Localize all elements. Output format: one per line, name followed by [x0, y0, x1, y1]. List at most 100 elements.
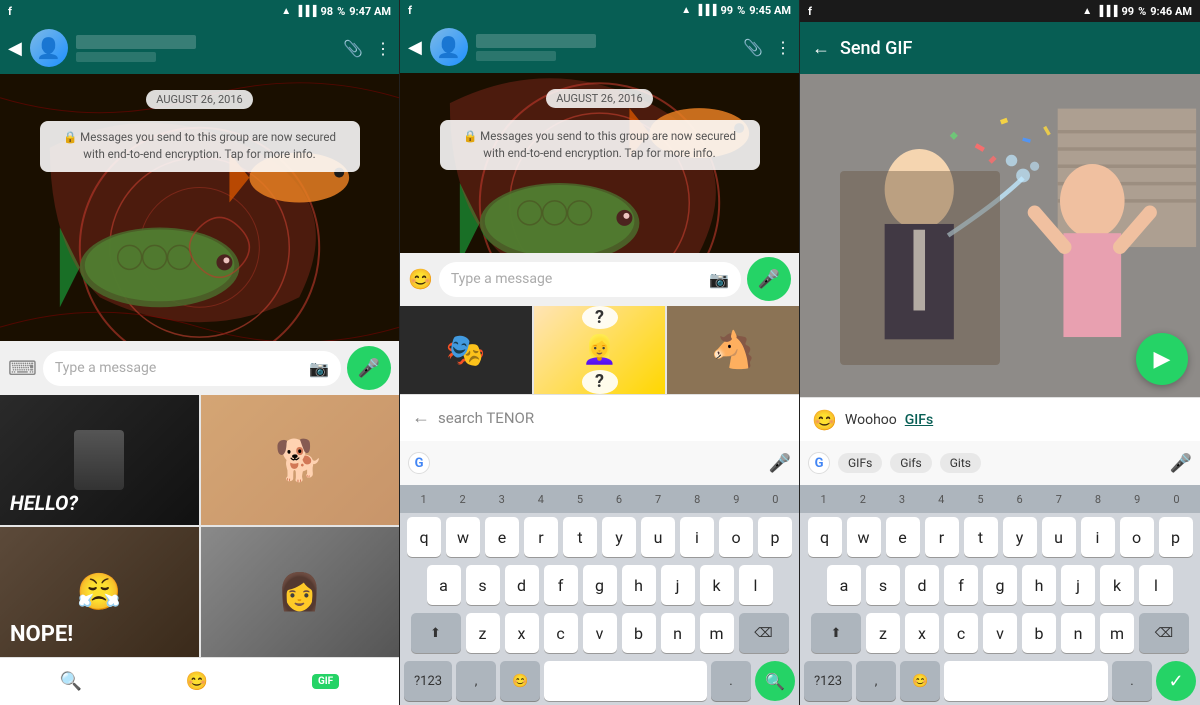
emoji-key-2[interactable]: 😊	[500, 661, 540, 701]
search-icon-1[interactable]: 🔍	[60, 671, 82, 692]
key-l-3[interactable]: l	[1139, 565, 1173, 605]
more-icon-1[interactable]: ⋮	[375, 39, 391, 58]
key-f-3[interactable]: f	[944, 565, 978, 605]
key-y-3[interactable]: y	[1003, 517, 1037, 557]
key-v-3[interactable]: v	[983, 613, 1017, 653]
key-s-2[interactable]: s	[466, 565, 500, 605]
mic-icon-keyboard-3[interactable]: 🎤	[1170, 453, 1192, 474]
key-f-2[interactable]: f	[544, 565, 578, 605]
key-z-2[interactable]: z	[466, 613, 500, 653]
key-b-2[interactable]: b	[622, 613, 656, 653]
attach-icon-1[interactable]: 📎	[343, 39, 363, 58]
key-x-2[interactable]: x	[505, 613, 539, 653]
key-h-2[interactable]: h	[622, 565, 656, 605]
key-y-2[interactable]: y	[602, 517, 636, 557]
back-button-1[interactable]: ◀	[8, 38, 22, 59]
gif-badge-1[interactable]: GIF	[312, 674, 339, 689]
spacebar-3[interactable]	[944, 661, 1108, 701]
shift-key-3[interactable]: ⬆	[811, 613, 861, 653]
key-e-3[interactable]: e	[886, 517, 920, 557]
key-k-3[interactable]: k	[1100, 565, 1134, 605]
123-key-3[interactable]: ?123	[804, 661, 852, 701]
key-q-3[interactable]: q	[808, 517, 842, 557]
key-g-3[interactable]: g	[983, 565, 1017, 605]
key-t-2[interactable]: t	[563, 517, 597, 557]
key-r-3[interactable]: r	[925, 517, 959, 557]
gif-item-hello[interactable]: HELLO?	[0, 395, 199, 525]
emoji-icon-bottom-1[interactable]: 😊	[186, 671, 208, 692]
delete-key-3[interactable]: ⌫	[1139, 613, 1189, 653]
key-u-2[interactable]: u	[641, 517, 675, 557]
suggestion-gits-3[interactable]: Gits	[940, 453, 981, 473]
key-c-3[interactable]: c	[944, 613, 978, 653]
comma-key-3[interactable]: ,	[856, 661, 896, 701]
attach-icon-2[interactable]: 📎	[743, 38, 763, 57]
key-v-2[interactable]: v	[583, 613, 617, 653]
gif-item-dog[interactable]: 🐕	[201, 395, 400, 525]
key-z-3[interactable]: z	[866, 613, 900, 653]
key-b-3[interactable]: b	[1022, 613, 1056, 653]
more-icon-2[interactable]: ⋮	[775, 38, 791, 57]
back-button-2[interactable]: ◀	[408, 37, 422, 58]
key-i-2[interactable]: i	[680, 517, 714, 557]
gif-strip-item-2[interactable]: ? 👱‍♀️ ?	[534, 306, 666, 394]
key-c-2[interactable]: c	[544, 613, 578, 653]
key-o-3[interactable]: o	[1120, 517, 1154, 557]
mic-button-2[interactable]: 🎤	[747, 257, 791, 301]
camera-icon-2[interactable]: 📷	[709, 270, 729, 289]
send-gif-back-button[interactable]: ←	[812, 38, 830, 59]
period-key-3[interactable]: .	[1112, 661, 1152, 701]
key-p-2[interactable]: p	[758, 517, 792, 557]
key-m-3[interactable]: m	[1100, 613, 1134, 653]
key-h-3[interactable]: h	[1022, 565, 1056, 605]
gifs-link[interactable]: GIFs	[905, 412, 933, 428]
delete-key-2[interactable]: ⌫	[739, 613, 789, 653]
search-back-icon[interactable]: ←	[412, 407, 430, 428]
confirm-key-3[interactable]: ✓	[1156, 661, 1196, 701]
system-message-2[interactable]: 🔒 Messages you send to this group are no…	[440, 120, 760, 171]
comma-key-2[interactable]: ,	[456, 661, 496, 701]
key-j-3[interactable]: j	[1061, 565, 1095, 605]
key-a-2[interactable]: a	[427, 565, 461, 605]
camera-icon-1[interactable]: 📷	[309, 359, 329, 378]
key-n-2[interactable]: n	[661, 613, 695, 653]
gif-strip-item-1[interactable]: 🎭	[400, 306, 532, 394]
key-l-2[interactable]: l	[739, 565, 773, 605]
key-t-3[interactable]: t	[964, 517, 998, 557]
key-d-2[interactable]: d	[505, 565, 539, 605]
emoji-key-3[interactable]: 😊	[900, 661, 940, 701]
mic-icon-keyboard-2[interactable]: 🎤	[769, 453, 791, 474]
emoji-button-1[interactable]: ⌨	[8, 356, 37, 380]
key-s-3[interactable]: s	[866, 565, 900, 605]
key-q-2[interactable]: q	[407, 517, 441, 557]
key-k-2[interactable]: k	[700, 565, 734, 605]
key-d-3[interactable]: d	[905, 565, 939, 605]
gif-item-woman[interactable]: 👩	[201, 527, 400, 657]
123-key-2[interactable]: ?123	[404, 661, 452, 701]
message-input-2[interactable]: Type a message 📷	[439, 262, 741, 297]
search-key-2[interactable]: 🔍	[755, 661, 795, 701]
key-p-3[interactable]: p	[1159, 517, 1193, 557]
emoji-button-2[interactable]: 😊	[408, 267, 433, 291]
key-r-2[interactable]: r	[524, 517, 558, 557]
contact-info-2[interactable]	[476, 34, 735, 61]
key-e-2[interactable]: e	[485, 517, 519, 557]
suggestion-gifs2-3[interactable]: Gifs	[890, 453, 931, 473]
key-i-3[interactable]: i	[1081, 517, 1115, 557]
search-tenor-text[interactable]: search TENOR	[438, 409, 787, 427]
message-input-1[interactable]: Type a message 📷	[43, 351, 341, 386]
period-key-2[interactable]: .	[711, 661, 751, 701]
key-n-3[interactable]: n	[1061, 613, 1095, 653]
key-u-3[interactable]: u	[1042, 517, 1076, 557]
gif-item-nope[interactable]: 😤 NOPE!	[0, 527, 199, 657]
key-m-2[interactable]: m	[700, 613, 734, 653]
key-g-2[interactable]: g	[583, 565, 617, 605]
gif-strip-item-3[interactable]: 🐴	[667, 306, 799, 394]
shift-key-2[interactable]: ⬆	[411, 613, 461, 653]
contact-info-1[interactable]	[76, 35, 335, 62]
woohoo-emoji-icon[interactable]: 😊	[812, 408, 837, 432]
send-fab-button[interactable]: ▶	[1136, 333, 1188, 385]
key-w-3[interactable]: w	[847, 517, 881, 557]
mic-button-1[interactable]: 🎤	[347, 346, 391, 390]
suggestion-gifs-3[interactable]: GIFs	[838, 453, 882, 473]
